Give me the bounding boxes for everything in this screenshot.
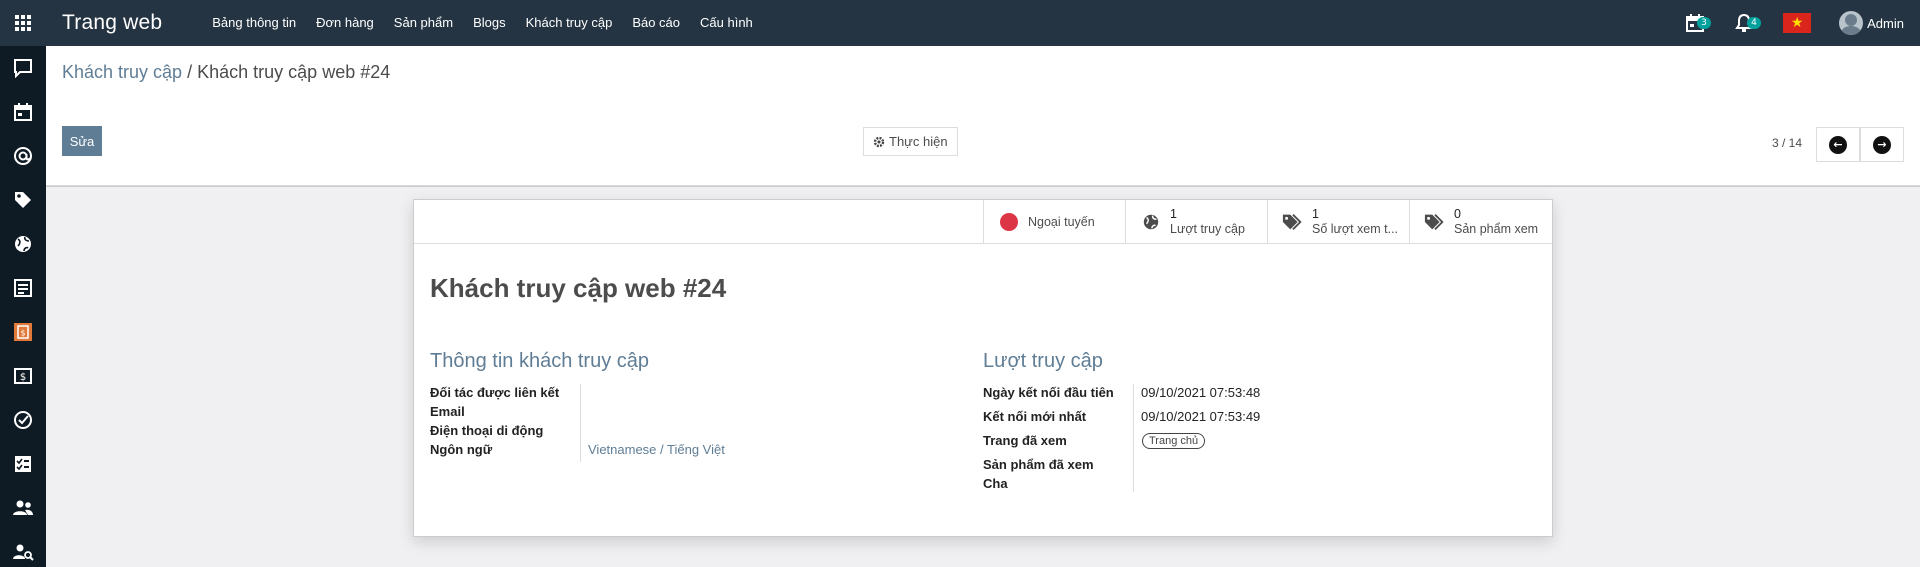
menu-item-configuration[interactable]: Cấu hình (690, 0, 763, 46)
top-navbar: Trang web Bảng thông tin Đơn hàng Sản ph… (0, 0, 1920, 46)
svg-text:$: $ (20, 329, 25, 338)
checklist-icon[interactable] (0, 442, 46, 486)
language-label: Ngôn ngữ (430, 442, 493, 457)
svg-text:$: $ (20, 372, 26, 383)
record-title: Khách truy cập web #24 (430, 273, 727, 303)
app-sidebar: $ $ (0, 46, 46, 567)
user-name: Admin (1867, 15, 1904, 31)
menu-item-visitors[interactable]: Khách truy cập (516, 0, 623, 46)
status-label: Ngoại tuyến (1028, 214, 1095, 229)
check-circle-icon[interactable] (0, 398, 46, 442)
chat-icon[interactable] (0, 46, 46, 90)
page-views-label: Số lượt xem t... (1312, 221, 1399, 236)
breadcrumb: Khách truy cập / Khách truy cập web #24 (62, 62, 390, 83)
activities-button[interactable]: 3 (1685, 13, 1711, 33)
visits-label: Lượt truy cập (1170, 221, 1245, 236)
first-connection-text: 09/10/2021 07:53:48 (1141, 385, 1261, 400)
action-label: Thực hiện (889, 134, 948, 149)
field-divider (580, 384, 581, 462)
email-field: Email (430, 404, 465, 419)
tags-icon (1424, 213, 1446, 231)
avatar (1839, 11, 1864, 35)
menu-item-products[interactable]: Sản phẩm (384, 0, 463, 46)
pager-previous-button[interactable]: ← (1816, 127, 1860, 162)
visits-count: 1 (1170, 206, 1177, 221)
parent-field: Cha (983, 476, 1008, 491)
arrow-left-icon: ← (1829, 135, 1847, 154)
users-icon[interactable] (0, 486, 46, 530)
visited-pages-field: Trang đã xem (983, 433, 1067, 448)
apps-menu-icon[interactable] (0, 0, 46, 46)
app-title[interactable]: Trang web (62, 11, 162, 35)
breadcrumb-separator: / (187, 62, 193, 82)
notifications-button[interactable]: 4 (1735, 13, 1761, 33)
pager-value[interactable]: 3 / 14 (1772, 136, 1802, 150)
viewed-products-field: Sản phẩm đã xem (983, 457, 1094, 472)
menu-item-blogs[interactable]: Blogs (463, 0, 516, 46)
last-connection-value: 09/10/2021 07:53:49 (1141, 409, 1260, 424)
user-menu[interactable]: Admin (1839, 11, 1904, 35)
last-connection-label: Kết nối mới nhất (983, 409, 1087, 424)
divider (46, 186, 1920, 187)
language-value[interactable]: Vietnamese / Tiếng Việt (588, 442, 725, 457)
visits-smart-button[interactable]: 1 Lượt truy cập (1125, 200, 1267, 243)
products-label: Sản phẩm xem (1454, 221, 1539, 236)
tags-icon (1282, 213, 1304, 231)
language-field: Ngôn ngữ (430, 442, 492, 457)
first-connection-field: Ngày kết nối đầu tiên (983, 385, 1114, 400)
visited-page-tag[interactable]: Trang chủ (1142, 433, 1206, 449)
calendar-icon[interactable] (0, 90, 46, 134)
first-connection-label: Ngày kết nối đầu tiên (983, 385, 1114, 400)
last-connection-text: 09/10/2021 07:53:49 (1141, 409, 1261, 424)
page-views-smart-button[interactable]: 1 Số lượt xem t... (1267, 200, 1409, 243)
field-divider (1133, 384, 1134, 492)
pager-next-button[interactable]: → (1860, 127, 1904, 162)
visits-group-title: Lượt truy cập (983, 350, 1103, 372)
form-sheet: Ngoại tuyến 1 Lượt truy cập 1 Số lượt xe… (413, 199, 1553, 537)
menu-item-reports[interactable]: Báo cáo (622, 0, 690, 46)
edit-button[interactable]: Sửa (62, 126, 102, 156)
partner-field: Đối tác được liên kết (430, 385, 559, 400)
viewed-products-label: Sản phẩm đã xem (983, 457, 1094, 472)
page-views-count: 1 (1312, 206, 1319, 221)
last-connection-field: Kết nối mới nhất (983, 409, 1086, 424)
email-label: Email (430, 404, 465, 419)
partner-label: Đối tác được liên kết (430, 385, 560, 400)
tag-icon[interactable] (0, 178, 46, 222)
control-panel: Khách truy cập / Khách truy cập web #24 … (46, 46, 1920, 186)
products-count: 0 (1454, 206, 1461, 221)
breadcrumb-current: Khách truy cập web #24 (197, 62, 391, 82)
mobile-label: Điện thoại di động (430, 423, 544, 438)
menu-item-orders[interactable]: Đơn hàng (306, 0, 384, 46)
arrow-right-icon: → (1873, 135, 1891, 154)
language-link[interactable]: Vietnamese / Tiếng Việt (588, 442, 725, 457)
visited-pages-value: Trang chủ (1142, 433, 1206, 449)
first-connection-value: 09/10/2021 07:53:48 (1141, 385, 1260, 400)
globe-icon[interactable] (0, 222, 46, 266)
document-icon[interactable] (0, 266, 46, 310)
visitor-info-group-title: Thông tin khách truy cập (430, 350, 650, 372)
activity-count-badge: 3 (1697, 17, 1711, 29)
invoice-icon[interactable]: $ (0, 310, 46, 354)
mobile-field: Điện thoại di động (430, 423, 543, 438)
status-button[interactable]: Ngoại tuyến (983, 200, 1125, 243)
products-smart-button[interactable]: 0 Sản phẩm xem (1409, 200, 1551, 243)
visited-pages-label: Trang đã xem (983, 433, 1067, 448)
action-dropdown-button[interactable]: Thực hiện (863, 127, 958, 156)
gear-icon (873, 136, 885, 147)
at-sign-icon[interactable] (0, 134, 46, 178)
money-icon[interactable]: $ (0, 354, 46, 398)
main-menu: Bảng thông tin Đơn hàng Sản phẩm Blogs K… (202, 0, 763, 46)
parent-label: Cha (983, 476, 1008, 491)
notification-count-badge: 4 (1747, 17, 1761, 29)
vietnam-flag-icon[interactable]: ★ (1783, 13, 1812, 33)
smart-button-box: Ngoại tuyến 1 Lượt truy cập 1 Số lượt xe… (414, 200, 1552, 244)
globe-icon (1140, 213, 1162, 231)
breadcrumb-parent-link[interactable]: Khách truy cập (62, 62, 182, 82)
menu-item-dashboard[interactable]: Bảng thông tin (202, 0, 306, 46)
offline-status-icon (1000, 212, 1018, 231)
user-search-icon[interactable] (0, 530, 46, 567)
